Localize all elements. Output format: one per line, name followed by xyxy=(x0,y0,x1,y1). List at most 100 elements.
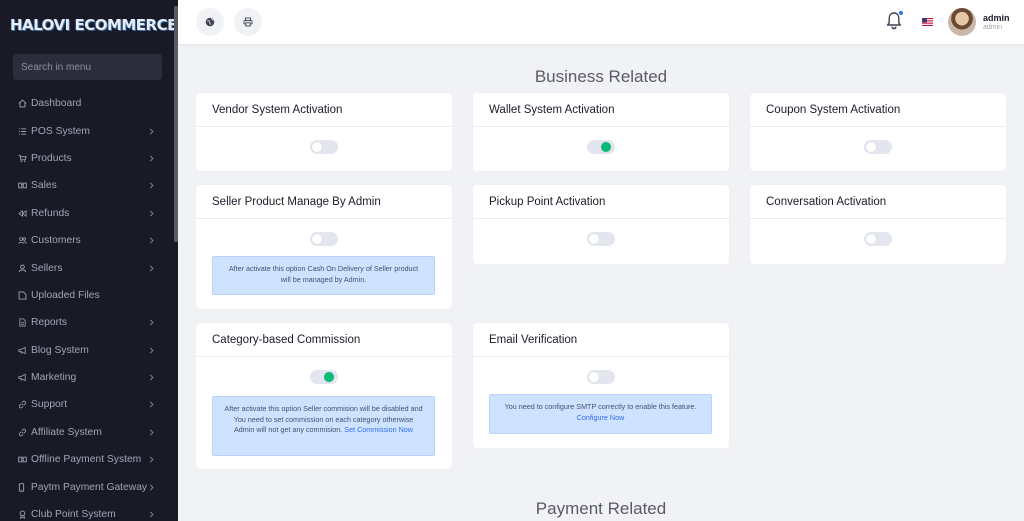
logo[interactable]: HALOVI ECOMMERCE CMS xyxy=(10,8,178,42)
sidebar-item-offline-payment-system[interactable]: Offline Payment System xyxy=(0,446,174,473)
conversation-toggle[interactable] xyxy=(864,232,892,246)
sidebar-item-sellers[interactable]: Sellers xyxy=(0,254,174,281)
sidebar-item-label: Affiliate System xyxy=(31,426,102,438)
card-title: Pickup Point Activation xyxy=(473,185,729,219)
sidebar-item-label: Reports xyxy=(31,317,68,329)
card-pickup-point: Pickup Point Activation xyxy=(473,185,729,264)
alert-text: You need to configure SMTP correctly to … xyxy=(504,402,697,411)
money-icon xyxy=(17,455,27,465)
sidebar-item-customers[interactable]: Customers xyxy=(0,227,174,254)
user-icon xyxy=(17,263,27,273)
sidebar-item-label: Support xyxy=(31,399,68,411)
configure-smtp-link[interactable]: Configure Now xyxy=(577,413,625,422)
user-role: admin xyxy=(983,24,1003,31)
sidebar-item-paytm-payment-gateway[interactable]: Paytm Payment Gateway xyxy=(0,473,174,500)
toggle-knob xyxy=(312,234,322,244)
sidebar-item-label: Products xyxy=(31,152,72,164)
backward-icon xyxy=(17,208,27,218)
seller-product-manage-toggle[interactable] xyxy=(310,232,338,246)
sidebar-item-label: Sales xyxy=(31,180,57,192)
toggle-knob xyxy=(866,142,876,152)
info-alert: After activate this option Seller commis… xyxy=(212,396,435,456)
sidebar-item-sales[interactable]: Sales xyxy=(0,172,174,199)
sidebar-item-refunds[interactable]: Refunds xyxy=(0,200,174,227)
list-icon xyxy=(17,126,27,136)
toggle-knob xyxy=(589,372,599,382)
sidebar-item-club-point-system[interactable]: Club Point System xyxy=(0,501,174,521)
mobile-icon xyxy=(17,482,27,492)
chevron-right-icon xyxy=(147,154,155,162)
section-title-payment: Payment Related xyxy=(535,499,667,518)
sidebar-item-label: Refunds xyxy=(31,207,70,219)
sidebar-item-label: POS System xyxy=(31,125,90,137)
chevron-right-icon xyxy=(147,401,155,409)
link-icon xyxy=(17,400,27,410)
card-title: Category-based Commission xyxy=(196,323,452,357)
sidebar: HALOVI ECOMMERCE CMS Dashboard POS System… xyxy=(0,0,178,521)
sidebar-item-label: Sellers xyxy=(31,262,63,274)
toggle-knob xyxy=(312,142,322,152)
chevron-right-icon xyxy=(147,374,155,382)
sidebar-item-uploaded-files[interactable]: Uploaded Files xyxy=(0,282,174,309)
vendor-system-toggle[interactable] xyxy=(310,140,338,154)
coupon-system-toggle[interactable] xyxy=(864,140,892,154)
money-icon xyxy=(17,181,27,191)
email-verification-toggle[interactable] xyxy=(587,370,615,384)
folder-icon xyxy=(17,290,27,300)
chevron-right-icon xyxy=(147,182,155,190)
sidebar-item-affiliate-system[interactable]: Affiliate System xyxy=(0,419,174,446)
card-email-verification: Email Verification You need to configure… xyxy=(473,323,729,448)
logo-text: HALOVI ECOMMERCE CMS xyxy=(10,16,178,34)
user-name[interactable]: admin xyxy=(983,13,1010,23)
card-vendor-system: Vendor System Activation xyxy=(196,93,452,171)
pickup-point-toggle[interactable] xyxy=(587,232,615,246)
sidebar-item-label: Blog System xyxy=(31,344,89,356)
sidebar-item-label: Dashboard xyxy=(31,98,82,110)
sidebar-item-pos-system[interactable]: POS System xyxy=(0,117,174,144)
link-icon xyxy=(17,427,27,437)
toggle-knob xyxy=(866,234,876,244)
sidebar-item-marketing[interactable]: Marketing xyxy=(0,364,174,391)
card-title: Conversation Activation xyxy=(750,185,1006,219)
card-seller-product-manage: Seller Product Manage By Admin After act… xyxy=(196,185,452,309)
sidebar-item-label: Marketing xyxy=(31,372,77,384)
toggle-knob xyxy=(324,372,334,382)
notification-badge xyxy=(898,10,904,16)
browse-website-button[interactable] xyxy=(196,8,224,36)
users-icon xyxy=(17,236,27,246)
globe-icon xyxy=(205,17,215,27)
chevron-right-icon xyxy=(147,319,155,327)
sidebar-menu: Dashboard POS System Products Sales Refunds C… xyxy=(0,90,174,521)
user-avatar[interactable] xyxy=(948,8,976,36)
sidebar-item-products[interactable]: Products xyxy=(0,145,174,172)
chevron-right-icon xyxy=(147,209,155,217)
menu-search-input[interactable] xyxy=(21,61,154,73)
printer-icon xyxy=(243,17,253,27)
card-coupon-system: Coupon System Activation xyxy=(750,93,1006,171)
sidebar-item-blog-system[interactable]: Blog System xyxy=(0,337,174,364)
chevron-right-icon xyxy=(147,346,155,354)
file-icon xyxy=(17,318,27,328)
set-commission-link[interactable]: Set Commission Now xyxy=(344,425,413,434)
award-icon xyxy=(17,510,27,520)
card-title: Wallet System Activation xyxy=(473,93,729,127)
sidebar-item-label: Paytm Payment Gateway xyxy=(30,481,148,493)
info-alert: You need to configure SMTP correctly to … xyxy=(489,394,712,434)
card-title: Email Verification xyxy=(473,323,729,357)
home-icon xyxy=(17,99,27,109)
toggle-knob xyxy=(589,234,599,244)
wallet-system-toggle[interactable] xyxy=(587,140,615,154)
category-commission-toggle[interactable] xyxy=(310,370,338,384)
card-title: Vendor System Activation xyxy=(196,93,452,127)
sidebar-item-label: Uploaded Files xyxy=(31,289,100,301)
sidebar-item-dashboard[interactable]: Dashboard xyxy=(0,90,174,117)
us-flag-icon[interactable] xyxy=(922,18,933,26)
pos-print-button[interactable] xyxy=(234,8,262,36)
info-alert: After activate this option Cash On Deliv… xyxy=(212,256,435,295)
sidebar-item-label: Customers xyxy=(31,235,81,247)
chevron-right-icon xyxy=(147,237,155,245)
section-title-business: Business Related xyxy=(534,67,668,86)
chevron-right-icon xyxy=(147,456,155,464)
sidebar-item-reports[interactable]: Reports xyxy=(0,309,174,336)
sidebar-item-support[interactable]: Support xyxy=(0,391,174,418)
